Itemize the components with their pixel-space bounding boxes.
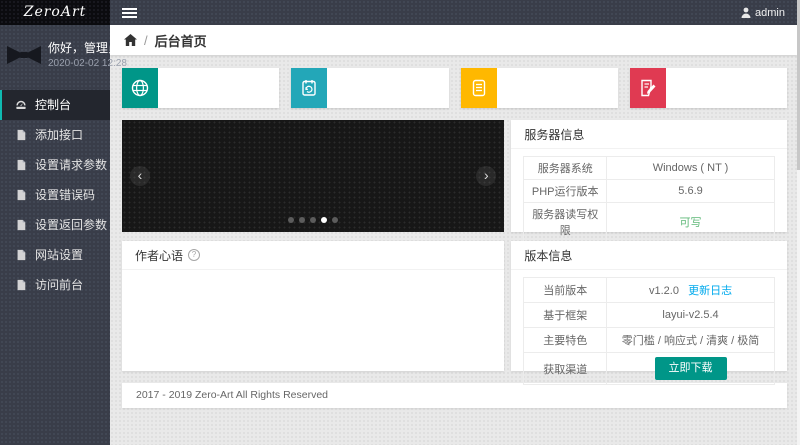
- table-row: 基于框架 layui-v2.5.4: [524, 303, 775, 328]
- user-greeting: 你好，管理员: [48, 41, 127, 57]
- table-row: 获取渠道 立即下载: [524, 353, 775, 385]
- user-datetime: 2020-02-02 12:28: [48, 57, 127, 70]
- file-icon: [15, 129, 27, 141]
- file-icon: [15, 249, 27, 261]
- sidebar-item-label: 访问前台: [35, 276, 83, 293]
- app-logo: ZeroArt: [0, 0, 110, 25]
- bowtie-icon: [6, 44, 42, 66]
- row-value: 零门槛 / 响应式 / 清爽 / 极简: [607, 328, 775, 353]
- carousel-dot[interactable]: [332, 217, 338, 223]
- stat-card-body: [666, 68, 787, 108]
- panel-title: 作者心语: [135, 247, 183, 264]
- row-label: 当前版本: [524, 278, 607, 303]
- admin-dashboard: ZeroArt 你好，管理员 2020-02-02 12:28 控制台: [0, 0, 800, 445]
- table-row: 主要特色 零门槛 / 响应式 / 清爽 / 极简: [524, 328, 775, 353]
- version-info-panel: 版本信息 当前版本 v1.2.0 更新日志: [511, 241, 787, 371]
- row-value: 立即下载: [607, 353, 775, 385]
- topbar-username: admin: [755, 7, 785, 19]
- table-row: PHP运行版本 5.6.9: [524, 180, 775, 203]
- content-row-2: 作者心语 ? 版本信息 当前版本 v1.2.0: [122, 241, 787, 371]
- file-icon: [15, 189, 27, 201]
- carousel-dot[interactable]: [299, 217, 305, 223]
- sidebar: ZeroArt 你好，管理员 2020-02-02 12:28 控制台: [0, 0, 110, 445]
- breadcrumb: / 后台首页: [110, 25, 797, 55]
- file-icon: [15, 159, 27, 171]
- table-row: 当前版本 v1.2.0 更新日志: [524, 278, 775, 303]
- author-words-body: [122, 270, 504, 370]
- content-row-1: ‹ › 服务器信息 服务器系统 Windows ( NT ): [122, 120, 787, 232]
- stat-card-body: [327, 68, 448, 108]
- version-info-table: 当前版本 v1.2.0 更新日志 基于框架 layui-v2.5.4: [523, 277, 775, 385]
- row-label: 主要特色: [524, 328, 607, 353]
- list-icon: [461, 68, 497, 108]
- row-label: PHP运行版本: [524, 180, 607, 203]
- topbar-user[interactable]: admin: [741, 7, 785, 19]
- server-info-panel: 服务器信息 服务器系统 Windows ( NT ) PHP运行版本 5.6.9: [511, 120, 787, 232]
- copyright-text: 2017 - 2019 Zero-Art All Rights Reserved: [136, 389, 328, 401]
- row-label: 服务器系统: [524, 157, 607, 180]
- table-row: 服务器系统 Windows ( NT ): [524, 157, 775, 180]
- sidebar-item-label: 网站设置: [35, 246, 83, 263]
- sidebar-item-label: 添加接口: [35, 126, 83, 143]
- row-value: 5.6.9: [607, 180, 775, 203]
- sidebar-item-label: 设置返回参数: [35, 216, 107, 233]
- table-row: 服务器读写权限 可写: [524, 203, 775, 242]
- author-words-panel: 作者心语 ?: [122, 241, 504, 371]
- file-icon: [15, 279, 27, 291]
- row-label: 服务器读写权限: [524, 203, 607, 242]
- sidebar-item-console[interactable]: 控制台: [0, 90, 110, 120]
- sidebar-item-label: 控制台: [35, 96, 71, 113]
- carousel-next-icon[interactable]: ›: [476, 166, 496, 186]
- sidebar-item-label: 设置错误码: [35, 186, 95, 203]
- row-value-writable: 可写: [607, 203, 775, 242]
- stat-card-body: [158, 68, 279, 108]
- stat-card-body: [497, 68, 618, 108]
- panel-title: 服务器信息: [524, 126, 584, 143]
- download-button[interactable]: 立即下载: [655, 357, 727, 380]
- globe-icon: [122, 68, 158, 108]
- row-value: Windows ( NT ): [607, 157, 775, 180]
- user-info-box: 你好，管理员 2020-02-02 12:28: [0, 25, 110, 88]
- row-label: 获取渠道: [524, 353, 607, 385]
- sidebar-item-error-codes[interactable]: 设置错误码: [0, 180, 110, 210]
- sidebar-item-add-api[interactable]: 添加接口: [0, 120, 110, 150]
- sidebar-item-visit-frontend[interactable]: 访问前台: [0, 270, 110, 300]
- carousel: ‹ ›: [122, 120, 504, 232]
- stat-card-globe[interactable]: [122, 68, 279, 108]
- sidebar-item-request-params[interactable]: 设置请求参数: [0, 150, 110, 180]
- row-label: 基于框架: [524, 303, 607, 328]
- row-value: v1.2.0 更新日志: [607, 278, 775, 303]
- main-content: ‹ › 服务器信息 服务器系统 Windows ( NT ): [110, 55, 797, 445]
- carousel-dot[interactable]: [310, 217, 316, 223]
- menu-toggle-icon[interactable]: [122, 6, 137, 20]
- stat-card-edit[interactable]: [630, 68, 787, 108]
- edit-icon: [630, 68, 666, 108]
- topbar: admin: [110, 0, 797, 25]
- carousel-prev-icon[interactable]: ‹: [130, 166, 150, 186]
- sidebar-menu: 控制台 添加接口 设置请求参数 设置错误码 设置返回参数 网站设置: [0, 90, 110, 300]
- stat-card-list[interactable]: [461, 68, 618, 108]
- stat-cards-row: [122, 68, 787, 108]
- help-icon[interactable]: ?: [188, 249, 200, 261]
- user-icon: [741, 7, 751, 18]
- dashboard-icon: [15, 99, 27, 111]
- stat-card-schedule[interactable]: [291, 68, 448, 108]
- row-value: layui-v2.5.4: [607, 303, 775, 328]
- breadcrumb-separator: /: [144, 33, 148, 48]
- version-number: v1.2.0: [649, 285, 679, 297]
- schedule-icon: [291, 68, 327, 108]
- breadcrumb-current: 后台首页: [155, 31, 207, 50]
- panel-title: 版本信息: [524, 247, 572, 264]
- changelog-link[interactable]: 更新日志: [688, 285, 732, 297]
- carousel-dots: [288, 217, 338, 223]
- file-icon: [15, 219, 27, 231]
- sidebar-item-site-settings[interactable]: 网站设置: [0, 240, 110, 270]
- carousel-dot[interactable]: [321, 217, 327, 223]
- sidebar-item-label: 设置请求参数: [35, 156, 107, 173]
- carousel-dot[interactable]: [288, 217, 294, 223]
- sidebar-item-return-params[interactable]: 设置返回参数: [0, 210, 110, 240]
